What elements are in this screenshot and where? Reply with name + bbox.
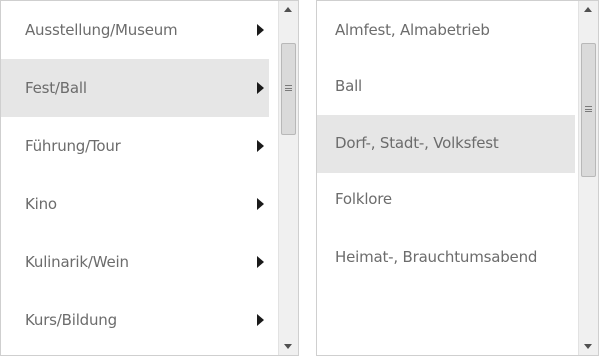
chevron-right-icon: [257, 82, 264, 94]
scrollbar-thumb[interactable]: [281, 43, 296, 135]
subcategory-item-ball[interactable]: Ball: [317, 59, 575, 115]
category-item-label: Fest/Ball: [25, 79, 87, 97]
category-item-kino[interactable]: Kino: [1, 175, 269, 233]
scroll-up-arrow-icon[interactable]: [579, 1, 598, 17]
scrollbar-thumb[interactable]: [581, 43, 596, 177]
scroll-up-arrow-icon[interactable]: [279, 1, 298, 17]
category-item-ausstellung-museum[interactable]: Ausstellung/Museum: [1, 1, 269, 59]
chevron-right-icon: [257, 198, 264, 210]
category-item-label: Kino: [25, 195, 57, 213]
scroll-down-arrow-icon[interactable]: [579, 339, 598, 355]
category-item-kulinarik-wein[interactable]: Kulinarik/Wein: [1, 233, 269, 291]
subcategory-item-label: Dorf-, Stadt-, Volksfest: [335, 134, 499, 152]
category-item-fest-ball[interactable]: Fest/Ball: [1, 59, 269, 117]
category-item-label: Ausstellung/Museum: [25, 21, 178, 39]
subcategory-item-dorf-stadt-volksfest[interactable]: Dorf-, Stadt-, Volksfest: [317, 115, 575, 173]
subcategory-item-label: Almfest, Almabetrieb: [335, 21, 490, 39]
category-item-fuehrung-tour[interactable]: Führung/Tour: [1, 117, 269, 175]
subcategory-item-folklore[interactable]: Folklore: [317, 173, 575, 231]
category-item-label: Kulinarik/Wein: [25, 253, 129, 271]
chevron-right-icon: [257, 314, 264, 326]
subcategory-item-label: Ball: [335, 77, 363, 95]
grip-icon: [285, 85, 292, 91]
subcategory-item-label: Heimat-, Brauchtumsabend: [335, 248, 538, 266]
subcategory-item-label: Folklore: [335, 190, 392, 208]
category-list-scrollbar[interactable]: [278, 1, 298, 355]
subcategory-item-heimat-brauchtumsabend[interactable]: Heimat-, Brauchtumsabend: [317, 231, 575, 307]
category-list-panel: Ausstellung/Museum Fest/Ball Führung/Tou…: [0, 0, 299, 356]
subcategory-list-panel: Almfest, Almabetrieb Ball Dorf-, Stadt-,…: [316, 0, 599, 356]
category-item-label: Führung/Tour: [25, 137, 121, 155]
chevron-right-icon: [257, 256, 264, 268]
subcategory-item-almfest[interactable]: Almfest, Almabetrieb: [317, 1, 575, 59]
chevron-right-icon: [257, 24, 264, 36]
category-item-kurs-bildung[interactable]: Kurs/Bildung: [1, 291, 269, 349]
category-item-label: Kurs/Bildung: [25, 311, 117, 329]
scroll-down-arrow-icon[interactable]: [279, 339, 298, 355]
grip-icon: [585, 106, 592, 112]
subcategory-list-scrollbar[interactable]: [578, 1, 598, 355]
subcategory-list: Almfest, Almabetrieb Ball Dorf-, Stadt-,…: [317, 1, 575, 355]
subcategory-item-partial[interactable]: [317, 307, 575, 355]
category-list: Ausstellung/Museum Fest/Ball Führung/Tou…: [1, 1, 269, 355]
chevron-right-icon: [257, 140, 264, 152]
